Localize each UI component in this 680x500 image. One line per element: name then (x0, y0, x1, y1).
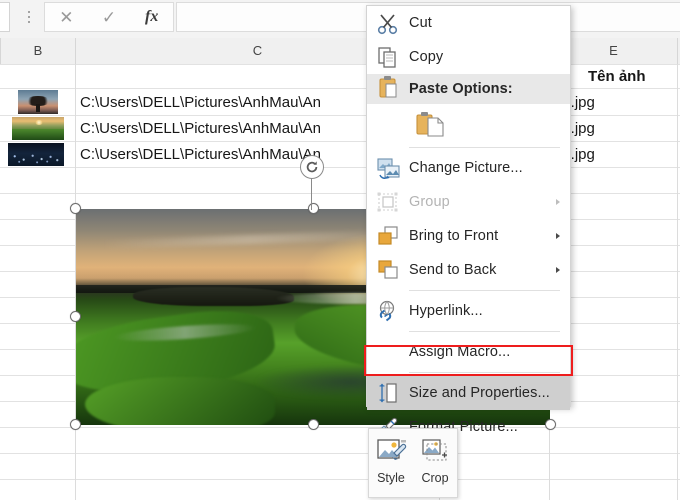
grid-line (0, 141, 680, 142)
paste-keep-source-icon[interactable] (413, 109, 449, 139)
menu-item-label: Copy (409, 49, 444, 65)
grid-line (677, 64, 678, 500)
scissors-icon (367, 6, 409, 40)
grid-line (0, 193, 680, 194)
formula-bar-buttons: ✕ ✓ fx (44, 2, 174, 32)
mini-toolbar-crop-button[interactable]: Crop (413, 429, 457, 497)
menu-item-label: Send to Back (409, 262, 497, 278)
mini-toolbar-button-label: Crop (421, 471, 449, 485)
menu-item-group[interactable]: Group (367, 185, 570, 219)
cell-b-thumbnail[interactable] (18, 90, 58, 114)
bring-front-icon (367, 219, 409, 253)
menu-item-label: Paste Options: (409, 81, 513, 97)
menu-item-label: Hyperlink... (409, 303, 483, 319)
grid-line (0, 88, 680, 89)
size-properties-icon (367, 376, 409, 410)
menu-item-size-and-properties[interactable]: Size and Properties... (367, 376, 570, 410)
menu-separator (409, 372, 560, 373)
paste-options-gallery[interactable] (367, 104, 570, 144)
grid-line (0, 115, 680, 116)
formula-bar: ✕ ✓ fx (0, 0, 680, 38)
rotate-handle-stem (311, 176, 313, 210)
assign-macro-icon (367, 335, 409, 369)
context-menu[interactable]: Cut Copy Paste Options: Change Picture..… (366, 5, 571, 436)
grid-line (0, 427, 680, 428)
submenu-arrow-icon (556, 267, 560, 273)
submenu-arrow-icon (556, 233, 560, 239)
enter-check-icon[interactable]: ✓ (88, 9, 131, 26)
column-header-row: B C E (0, 38, 680, 65)
send-back-icon (367, 253, 409, 287)
cell-b-thumbnail[interactable] (8, 143, 64, 166)
change-picture-icon (367, 151, 409, 185)
name-box[interactable] (0, 2, 10, 32)
menu-item-label: Group (409, 194, 450, 210)
crop-icon (418, 435, 452, 467)
menu-item-label: Assign Macro... (409, 344, 511, 360)
clipboard-icon (367, 72, 409, 106)
menu-item-label: Size and Properties... (409, 385, 550, 401)
picture-mini-toolbar[interactable]: Style Crop (368, 428, 458, 498)
cell-b-thumbnail[interactable] (12, 117, 64, 140)
menu-separator (409, 290, 560, 291)
formula-bar-expand-dots[interactable] (22, 8, 36, 28)
mini-toolbar-style-button[interactable]: Style (369, 429, 413, 497)
menu-separator (409, 331, 560, 332)
group-icon (367, 185, 409, 219)
resize-handle-bottom-left[interactable] (70, 419, 81, 430)
menu-item-assign-macro[interactable]: Assign Macro... (367, 335, 570, 369)
menu-item-bring-to-front[interactable]: Bring to Front (367, 219, 570, 253)
resize-handle-middle-left[interactable] (70, 311, 81, 322)
rotate-arrow-icon (306, 161, 318, 173)
menu-item-paste-options[interactable]: Paste Options: (367, 74, 570, 104)
menu-item-label: Change Picture... (409, 160, 523, 176)
resize-handle-top-center[interactable] (308, 203, 319, 214)
cancel-icon[interactable]: ✕ (45, 9, 88, 26)
insert-function-icon[interactable]: fx (130, 9, 173, 25)
hyperlink-icon (367, 294, 409, 328)
grid-line (0, 453, 680, 454)
grid-line (0, 479, 680, 480)
menu-item-cut[interactable]: Cut (367, 6, 570, 40)
grid-line (0, 167, 680, 168)
menu-item-hyperlink[interactable]: Hyperlink... (367, 294, 570, 328)
mini-toolbar-button-label: Style (377, 471, 405, 485)
cell-e-header[interactable]: Tên ảnh (588, 68, 646, 85)
menu-item-change-picture[interactable]: Change Picture... (367, 151, 570, 185)
grid-line (0, 64, 680, 65)
submenu-arrow-icon (556, 199, 560, 205)
column-header-b[interactable]: B (0, 38, 76, 64)
menu-item-copy[interactable]: Copy (367, 40, 570, 74)
picture-style-icon (374, 435, 408, 467)
resize-handle-bottom-center[interactable] (308, 419, 319, 430)
menu-item-label: Bring to Front (409, 228, 499, 244)
menu-item-label: Cut (409, 15, 432, 31)
resize-handle-top-left[interactable] (70, 203, 81, 214)
rotate-handle[interactable] (300, 155, 324, 179)
menu-item-send-to-back[interactable]: Send to Back (367, 253, 570, 287)
menu-separator (409, 147, 560, 148)
copy-icon (367, 40, 409, 74)
